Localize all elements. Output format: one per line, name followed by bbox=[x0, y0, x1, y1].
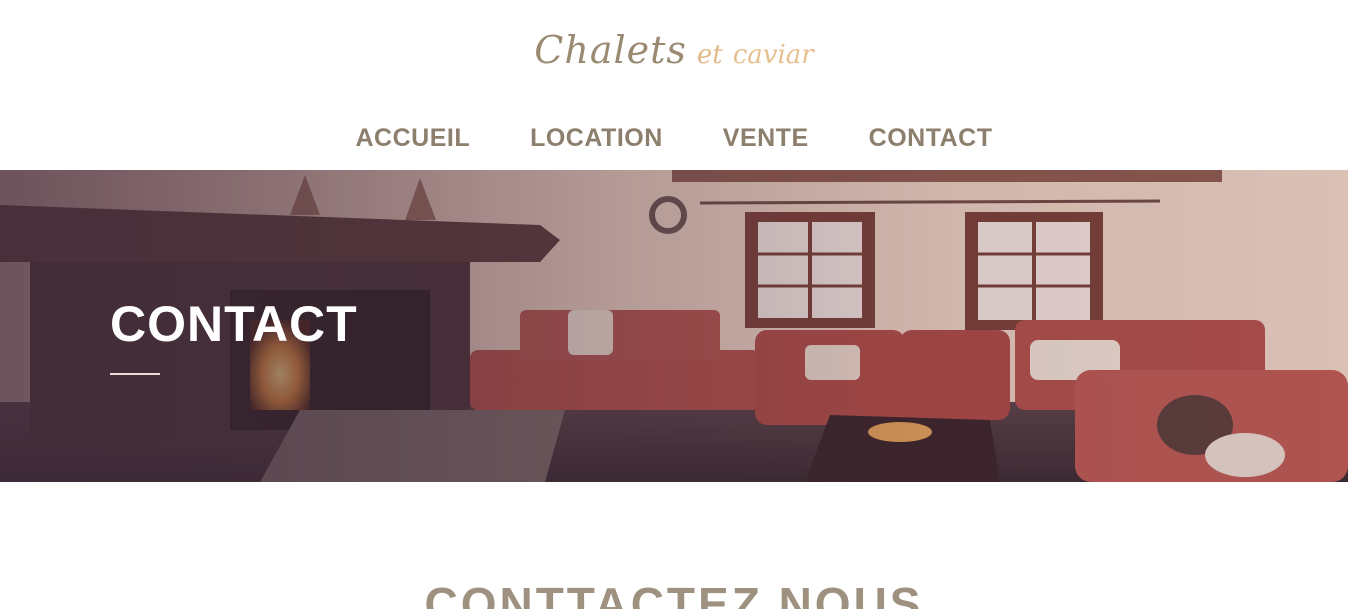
logo-word-caviar: caviar bbox=[732, 40, 814, 70]
nav-item-accueil[interactable]: ACCUEIL bbox=[355, 124, 470, 153]
nav-item-location[interactable]: LOCATION bbox=[530, 124, 663, 153]
logo: Chalets et caviar bbox=[0, 22, 1348, 78]
hero-title-underline bbox=[110, 373, 160, 375]
logo-link[interactable]: Chalets et caviar bbox=[534, 28, 813, 72]
nav-item-contact[interactable]: CONTACT bbox=[869, 124, 993, 153]
section-title: CONTTACTEZ NOUS bbox=[424, 578, 924, 609]
nav-item-vente[interactable]: VENTE bbox=[723, 124, 809, 153]
logo-word-et: et bbox=[696, 40, 723, 70]
hero-title: CONTACT bbox=[110, 296, 358, 352]
logo-word-chalets: Chalets bbox=[534, 28, 687, 72]
main-nav: ACCUEIL LOCATION VENTE CONTACT bbox=[0, 118, 1348, 158]
